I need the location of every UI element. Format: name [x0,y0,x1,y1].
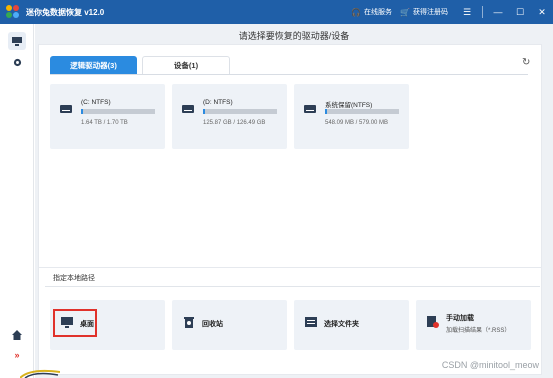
drive-size: 548.09 MB / 579.00 MB [325,120,389,126]
drive-name: (D: NTFS) [203,99,233,106]
hard-drive-icon [60,105,72,113]
drive-size: 125.87 GB / 126.49 GB [203,120,266,126]
close-button[interactable]: ✕ [531,0,553,24]
home-icon [12,330,22,340]
divider [482,6,483,18]
sidebar-item-recover[interactable] [8,32,26,50]
divider [45,286,540,287]
page-title: 请选择要恢复的驱动器/设备 [238,31,350,41]
location-label: 回收站 [202,321,223,328]
main-area: 请选择要恢复的驱动器/设备 逻辑驱动器(3) 设备(1) ↻ (C: NTFS)… [35,24,553,378]
corner-decoration-icon [20,369,60,378]
location-recycle-bin[interactable]: 回收站 [172,300,287,350]
drive-usage-bar [81,109,155,114]
sidebar: » [0,24,34,378]
online-service-link[interactable]: 🎧 在线服务 [351,7,392,17]
location-manual-load[interactable]: 手动加载 加载扫描结果（*.RSS） [416,300,531,350]
maximize-icon: ☐ [515,6,525,17]
headset-icon: 🎧 [351,7,362,17]
recycle-bin-icon [182,315,196,329]
drive-name: 系统保留(NTFS) [325,102,373,109]
location-select-folder[interactable]: 选择文件夹 [294,300,409,350]
gear-icon [13,58,21,66]
drive-size: 1.64 TB / 1.70 TB [81,120,128,126]
monitor-icon [12,36,22,46]
drive-panel [38,44,542,282]
tab-underline [50,74,528,75]
sidebar-expand-button[interactable]: » [8,346,26,364]
drive-card-system-reserved[interactable]: 系统保留(NTFS) 548.09 MB / 579.00 MB [294,84,409,149]
tab-devices[interactable]: 设备(1) [142,56,230,74]
get-code-link[interactable]: 🛒 获得注册码 [400,7,448,17]
minimize-icon: — [493,7,503,17]
get-code-label: 获得注册码 [413,9,448,16]
location-label: 选择文件夹 [324,321,359,328]
double-chevron-right-icon: » [14,350,20,360]
location-label: 手动加载 [446,315,474,322]
close-icon: ✕ [538,6,546,17]
minimize-button[interactable]: — [487,0,509,24]
title-bar: 迷你兔数据恢复 v12.0 🎧 在线服务 🛒 获得注册码 ☰ — ☐ ✕ [0,0,553,24]
hard-drive-icon [304,105,316,113]
folder-icon [304,315,318,329]
watermark: CSDN @minitool_meow [441,360,539,370]
drive-usage-bar [203,109,277,114]
menu-button[interactable]: ☰ [456,0,478,24]
maximize-button[interactable]: ☐ [509,0,531,24]
online-service-label: 在线服务 [364,9,393,16]
drive-usage-bar [325,109,399,114]
highlight-box [53,309,97,337]
drive-card-c[interactable]: (C: NTFS) 1.64 TB / 1.70 TB [50,84,165,149]
cart-icon: 🛒 [400,7,410,17]
load-file-icon [426,315,440,329]
menu-icon: ☰ [462,6,472,17]
drive-name: (C: NTFS) [81,99,111,106]
app-logo-icon [6,5,20,19]
tab-logical-drives[interactable]: 逻辑驱动器(3) [50,56,137,74]
refresh-icon[interactable]: ↻ [522,57,530,68]
sidebar-item-home[interactable] [8,326,26,344]
drive-card-d[interactable]: (D: NTFS) 125.87 GB / 126.49 GB [172,84,287,149]
location-sublabel: 加载扫描结果（*.RSS） [446,328,511,334]
section-title: 指定本地路径 [53,275,95,282]
app-title: 迷你兔数据恢复 v12.0 [26,7,105,17]
hard-drive-icon [182,105,194,113]
sidebar-item-settings[interactable] [8,53,26,71]
